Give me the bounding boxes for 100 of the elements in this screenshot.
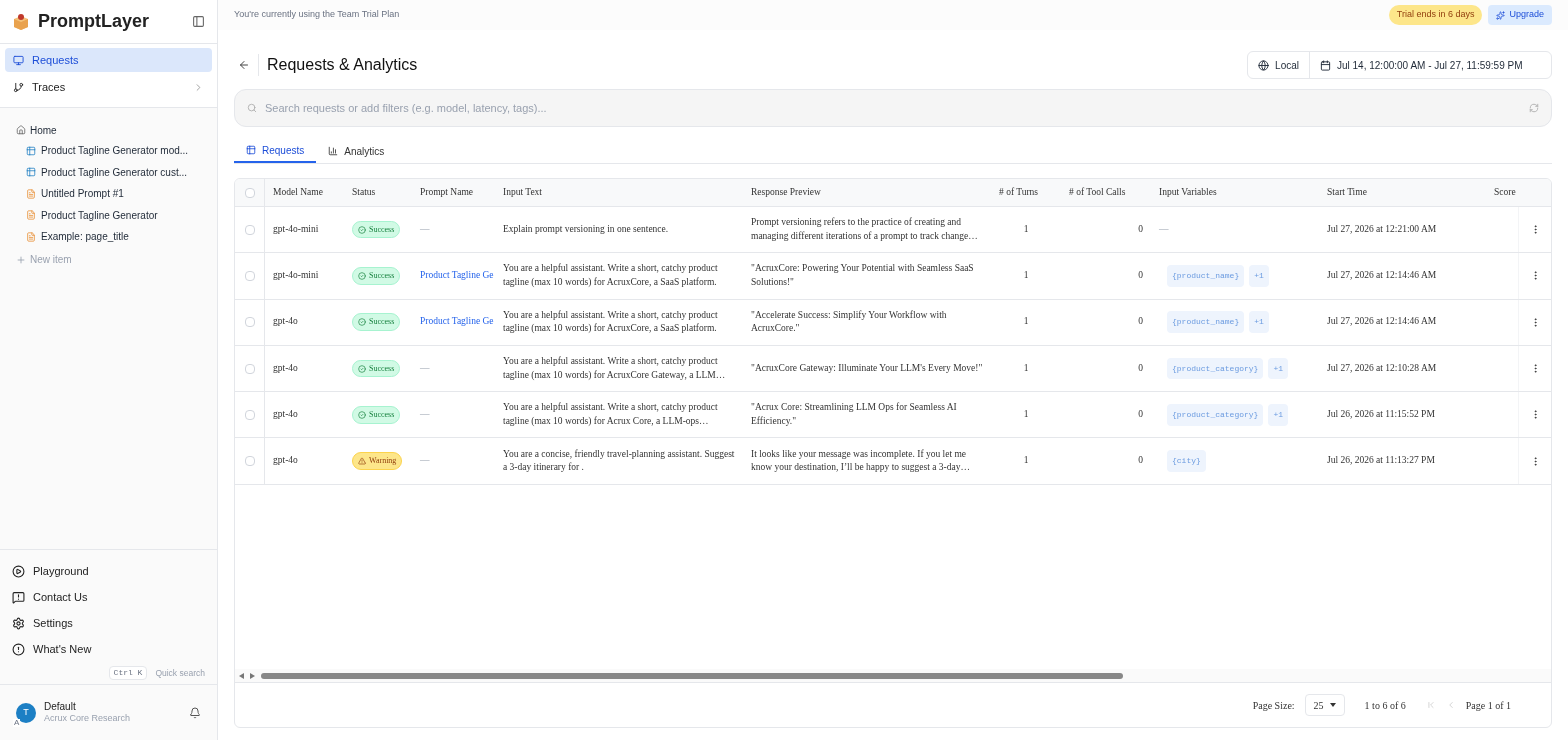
user-name: Default bbox=[44, 700, 77, 714]
back-icon[interactable] bbox=[238, 59, 250, 71]
turns-count: 1 bbox=[1023, 454, 1029, 468]
column-header[interactable]: Start Time bbox=[1327, 185, 1367, 200]
page-size-label: Page Size: bbox=[1252, 698, 1295, 713]
column-header[interactable]: Input Text bbox=[503, 185, 542, 200]
search-icon bbox=[247, 103, 257, 113]
model-name: gpt-4o bbox=[273, 408, 298, 422]
column-header[interactable]: Prompt Name bbox=[420, 185, 474, 200]
menu-item[interactable]: What's New bbox=[12, 636, 205, 662]
response-preview: "Acrux Core: Streamlining LLM Ops for Seamless AI Efficiency." bbox=[751, 401, 958, 428]
settings-icon bbox=[12, 616, 25, 630]
response-preview: "AcruxCore: Powering Your Potential with Seamless SaaS Solutions!" bbox=[751, 262, 975, 289]
variable-chip: {product_name} bbox=[1167, 265, 1245, 287]
plan-notice: You're currently using the Team Trial Plan bbox=[234, 8, 400, 22]
search-input[interactable]: Search requests or add filters (e.g. model, latency, tags)... bbox=[265, 99, 1521, 117]
start-time: Jul 27, 2026 at 12:14:46 AM bbox=[1327, 315, 1437, 329]
org-name: Acrux Core Research bbox=[44, 713, 131, 725]
tab[interactable]: Requests bbox=[234, 139, 317, 163]
column-header[interactable]: Model Name bbox=[273, 185, 323, 200]
row-checkbox[interactable] bbox=[244, 456, 255, 467]
bell-icon[interactable] bbox=[189, 706, 201, 719]
avatar-badge: A bbox=[13, 718, 21, 727]
date-range-button[interactable]: Jul 14, 12:00:00 AM - Jul 27, 11:59:59 PM bbox=[1310, 52, 1551, 78]
check-circle-icon bbox=[358, 225, 366, 234]
nav-item[interactable]: Traces bbox=[5, 75, 212, 99]
sparkles-icon bbox=[1496, 10, 1506, 20]
tree-item[interactable]: Home bbox=[16, 120, 201, 140]
start-time: Jul 27, 2026 at 12:21:00 AM bbox=[1327, 222, 1437, 236]
empty-value: — bbox=[420, 408, 430, 422]
turns-count: 1 bbox=[1023, 315, 1029, 329]
document-icon bbox=[26, 231, 36, 242]
nav-item[interactable]: Requests bbox=[5, 48, 212, 72]
response-preview: Prompt versioning refers to the practice of creating and managing different iterations of a prompt to track change… bbox=[751, 216, 979, 243]
variable-chip: {product_name} bbox=[1167, 311, 1245, 333]
check-circle-icon bbox=[358, 271, 366, 280]
scroll-right-icon[interactable] bbox=[250, 672, 255, 679]
shortcut-label: Quick search bbox=[155, 666, 205, 680]
tree-item[interactable]: Example: page_title bbox=[16, 226, 201, 248]
input-text: You are a helpful assistant. Write a short, catchy product tagline (max 10 words) for Acrux Core, a LLM-ops… bbox=[503, 401, 719, 428]
empty-value: — bbox=[420, 222, 430, 236]
table-icon bbox=[26, 167, 36, 178]
tree-item[interactable]: Product Tagline Generator cust... bbox=[16, 161, 201, 183]
logo-icon bbox=[12, 12, 30, 31]
timezone-button[interactable]: Local bbox=[1248, 52, 1310, 78]
page-title: Requests & Analytics bbox=[267, 55, 418, 75]
row-checkbox[interactable] bbox=[244, 363, 255, 374]
column-header[interactable]: Status bbox=[352, 185, 376, 200]
contact-icon bbox=[12, 590, 25, 604]
menu-item[interactable]: Playground bbox=[12, 558, 205, 584]
tab[interactable]: Analytics bbox=[316, 139, 397, 163]
turns-count: 1 bbox=[1023, 269, 1029, 283]
brand-name: PromptLayer bbox=[38, 10, 150, 33]
menu-item[interactable]: Contact Us bbox=[12, 584, 205, 610]
tool-calls-count: 0 bbox=[1138, 361, 1143, 375]
input-text: You are a concise, friendly travel-planning assistant. Suggest a 3-day itinerary for . bbox=[503, 447, 735, 475]
status-badge: Success bbox=[352, 267, 401, 285]
horizontal-scrollbar[interactable] bbox=[261, 672, 1123, 679]
upgrade-button[interactable]: Upgrade bbox=[1488, 5, 1552, 25]
input-text: You are a helpful assistant. Write a short, catchy product tagline (max 10 words) for AcruxCore, a SaaS platform. bbox=[503, 262, 719, 289]
chart-icon bbox=[328, 146, 339, 156]
column-header[interactable]: Response Preview bbox=[751, 185, 821, 200]
select-all-checkbox[interactable] bbox=[244, 187, 255, 198]
prompt-link[interactable]: Product Tagline Ge bbox=[420, 269, 494, 283]
response-preview: "Accelerate Success: Simplify Your Workflow with AcruxCore." bbox=[751, 308, 948, 336]
page-size-select[interactable]: 25 bbox=[1304, 694, 1345, 716]
response-preview: It looks like your message was incomplete. If you let me know your destination, I’ll be happy to suggest a 3-day… bbox=[751, 447, 971, 475]
calendar-icon bbox=[1320, 59, 1331, 71]
turns-count: 1 bbox=[1023, 408, 1029, 422]
shortcut-key: Ctrl K bbox=[108, 666, 148, 680]
variable-chip: +1 bbox=[1249, 265, 1269, 287]
check-circle-icon bbox=[358, 410, 366, 419]
column-header[interactable]: Input Variables bbox=[1159, 185, 1217, 200]
row-checkbox[interactable] bbox=[244, 270, 255, 281]
row-checkbox[interactable] bbox=[244, 224, 255, 235]
status-badge: Warning bbox=[352, 452, 403, 470]
prompt-link[interactable]: Product Tagline Ge bbox=[420, 315, 494, 329]
search-field[interactable]: Search requests or add filters (e.g. model, latency, tags)... bbox=[234, 89, 1552, 127]
model-name: gpt-4o bbox=[273, 361, 298, 375]
column-header[interactable]: # of Turns bbox=[999, 185, 1039, 200]
model-name: gpt-4o-mini bbox=[273, 222, 319, 236]
empty-value: — bbox=[1159, 222, 1169, 236]
column-header[interactable]: Score bbox=[1494, 185, 1516, 200]
row-checkbox[interactable] bbox=[244, 409, 255, 420]
status-badge: Success bbox=[352, 313, 401, 331]
response-preview: "AcruxCore Gateway: Illuminate Your LLM's Every Move!" bbox=[751, 361, 983, 375]
tree-item[interactable]: Untitled Prompt #1 bbox=[16, 183, 201, 205]
document-icon bbox=[26, 188, 36, 199]
column-header[interactable]: # of Tool Calls bbox=[1069, 185, 1126, 200]
row-checkbox[interactable] bbox=[244, 317, 255, 328]
menu-item[interactable]: Settings bbox=[12, 610, 205, 636]
page-indicator: Page 1 of 1 bbox=[1465, 698, 1511, 713]
collapse-sidebar-icon[interactable] bbox=[192, 15, 205, 28]
table-icon bbox=[246, 145, 256, 155]
empty-value: — bbox=[420, 454, 430, 468]
variable-chip: {product_category} bbox=[1167, 357, 1264, 380]
document-icon bbox=[26, 210, 36, 221]
tree-item[interactable]: Product Tagline Generator mod... bbox=[16, 140, 201, 162]
scroll-left-icon[interactable] bbox=[239, 672, 244, 679]
tree-item[interactable]: Product Tagline Generator bbox=[16, 204, 201, 226]
